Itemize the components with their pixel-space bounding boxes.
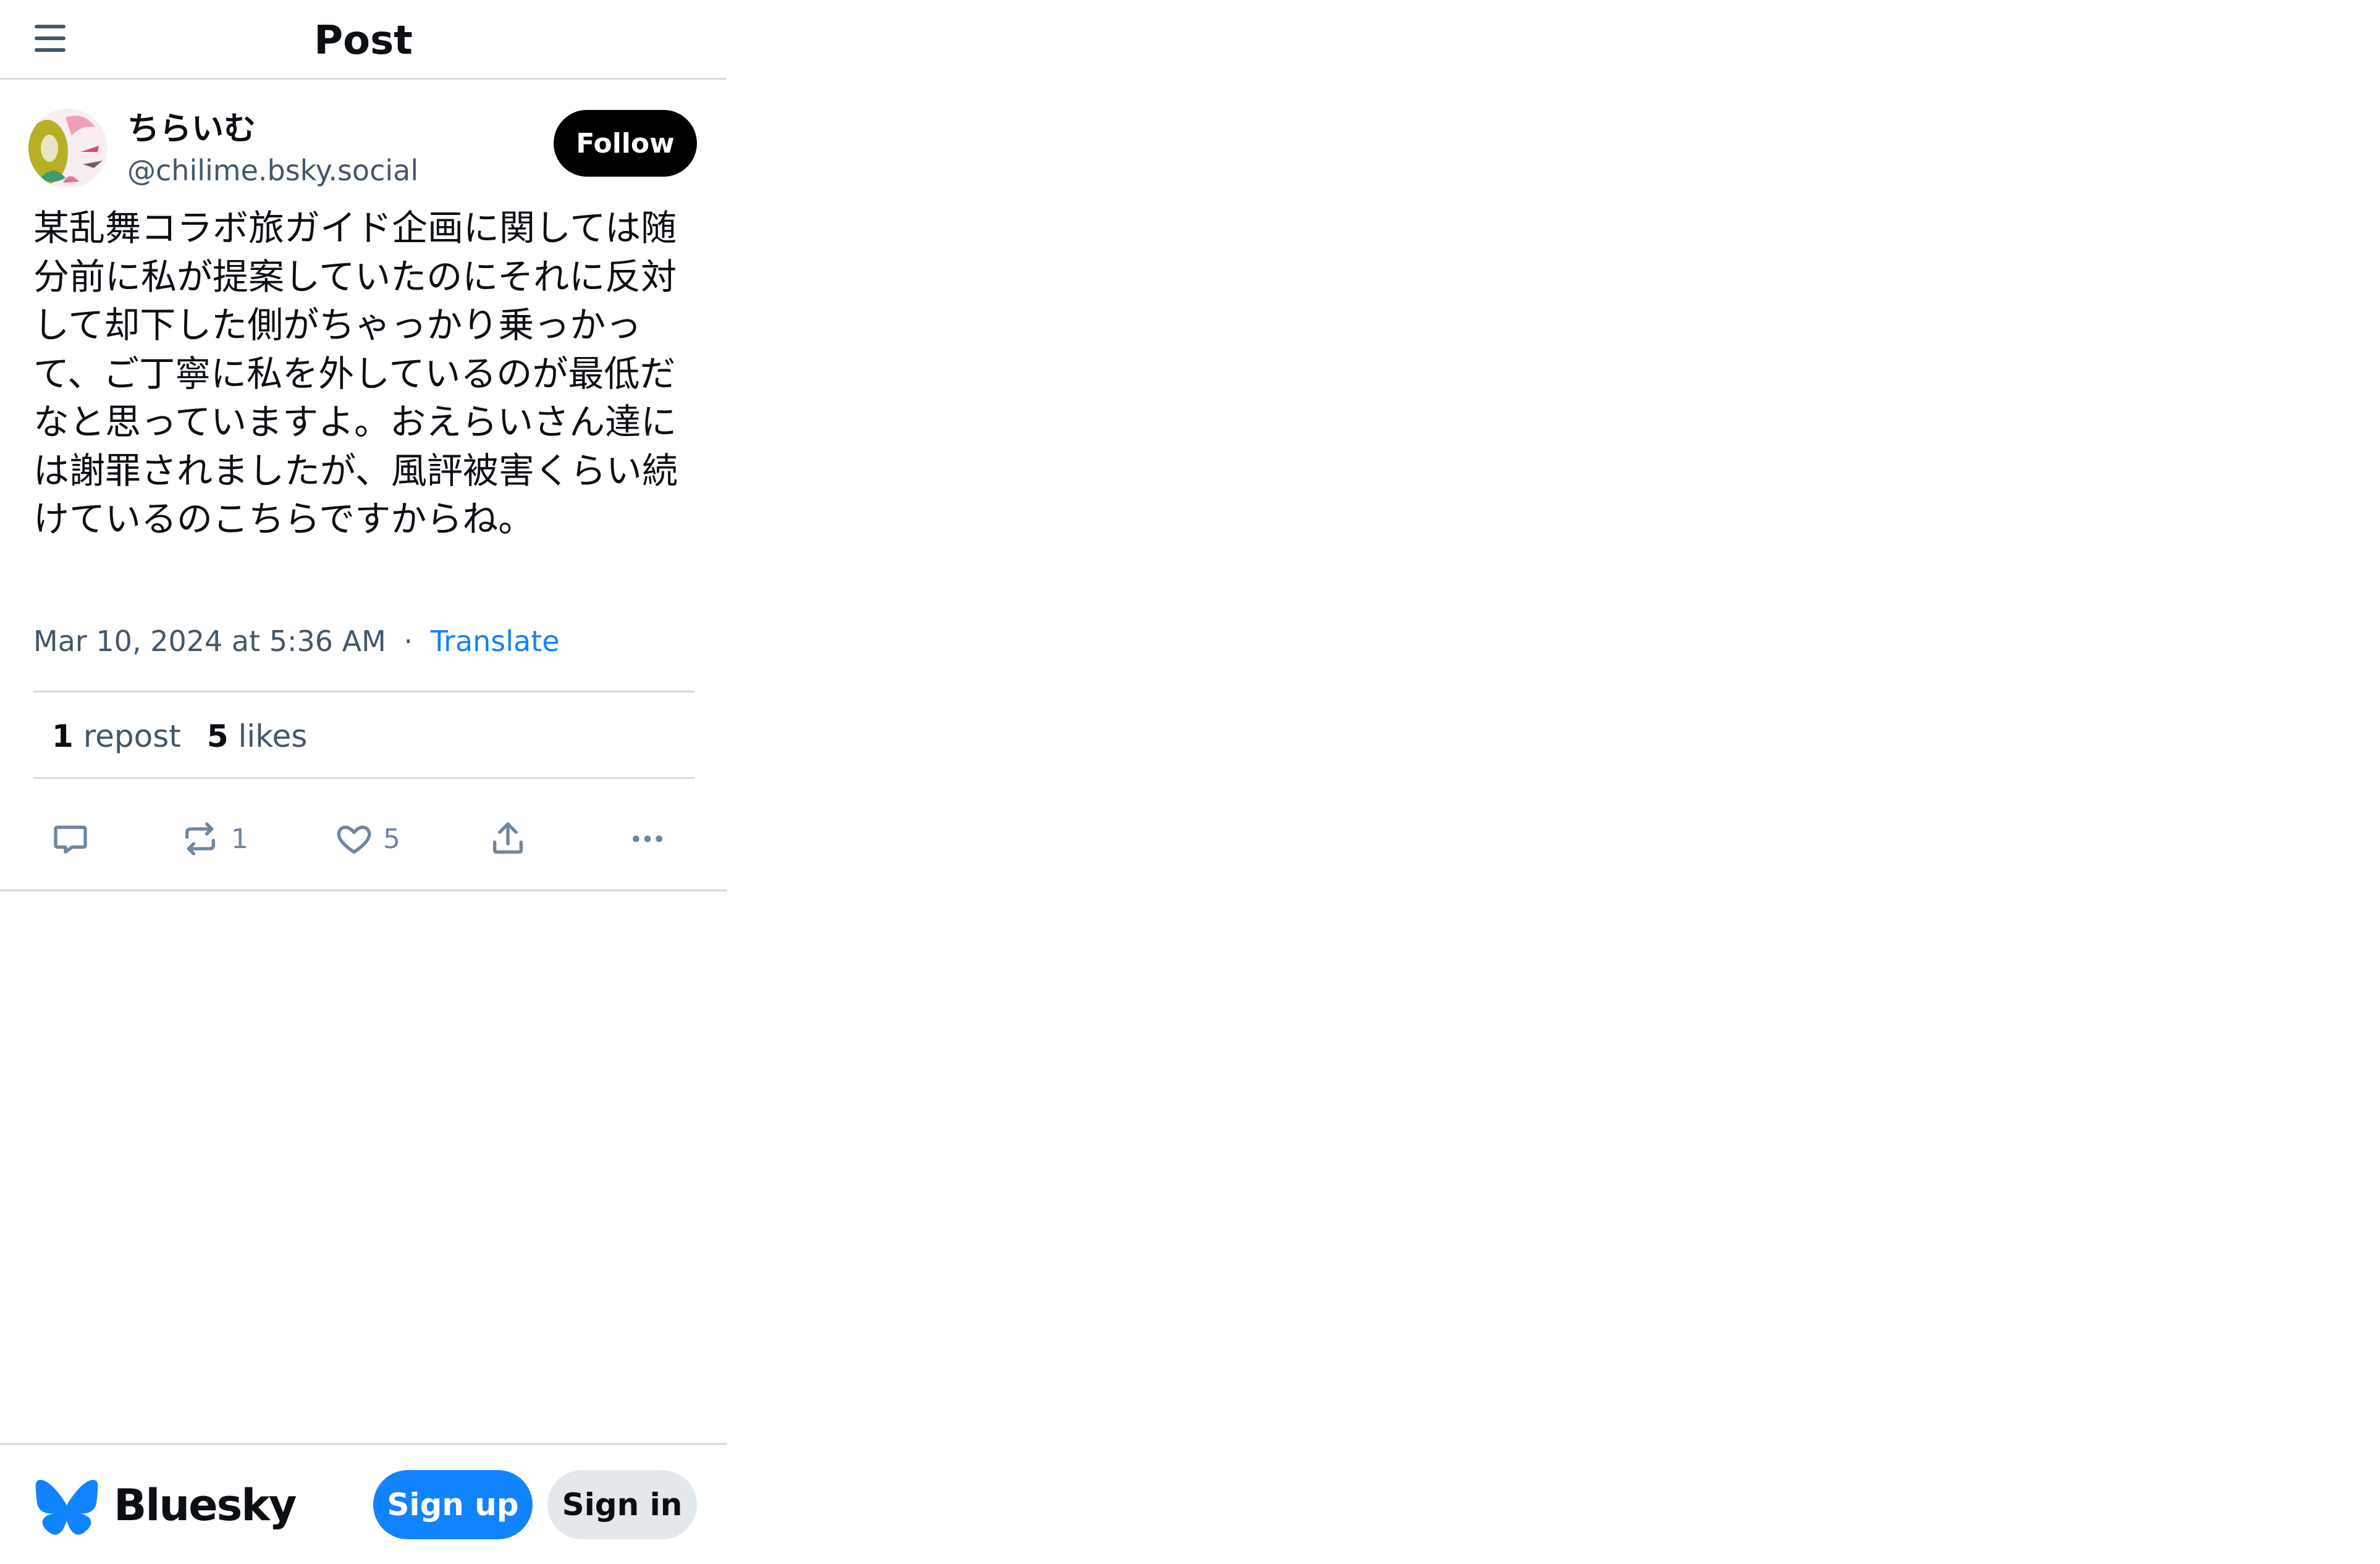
- like-action-count: 5: [383, 823, 400, 855]
- more-icon: [633, 835, 662, 843]
- likes-count-link[interactable]: 5 likes: [207, 718, 307, 754]
- repost-button[interactable]: 1: [178, 814, 248, 864]
- sign-in-button[interactable]: Sign in: [547, 1470, 697, 1539]
- header-divider: [0, 78, 727, 80]
- repost-action-count: 1: [231, 823, 248, 855]
- reply-button[interactable]: [51, 814, 90, 864]
- brand-wordmark[interactable]: Bluesky: [114, 1478, 297, 1533]
- post-timestamp[interactable]: Mar 10, 2024 at 5:36 AM: [33, 624, 386, 658]
- post-thread-column: Post ちらいむ @chilime.bsky.social Follow 某乱…: [0, 0, 727, 1564]
- more-options-button[interactable]: [628, 814, 667, 864]
- likes-count-label: likes: [238, 718, 308, 754]
- share-button[interactable]: [488, 814, 528, 864]
- bluesky-butterfly-icon[interactable]: [35, 1479, 99, 1536]
- reply-icon: [54, 825, 87, 854]
- stats-bottom-divider: [33, 777, 694, 779]
- follow-button[interactable]: Follow: [554, 110, 697, 177]
- post-meta: Mar 10, 2024 at 5:36 AM · Translate: [33, 623, 560, 660]
- post-bottom-divider: [0, 889, 727, 891]
- heart-icon: [337, 825, 371, 854]
- sign-up-button[interactable]: Sign up: [373, 1470, 533, 1539]
- post-text: 某乱舞コラボ旅ガイド企画に関しては随分前に私が提案していたのにそれに反対して却下…: [33, 207, 678, 540]
- repost-count-label: repost: [83, 718, 181, 754]
- author-handle[interactable]: @chilime.bsky.social: [127, 152, 418, 189]
- repost-icon: [185, 822, 215, 856]
- meta-separator: ·: [403, 624, 413, 658]
- repost-count: 1: [52, 718, 74, 754]
- page-title: Post: [314, 18, 413, 64]
- footer-divider: [0, 1443, 727, 1445]
- stats-top-divider: [33, 691, 694, 692]
- repost-count-link[interactable]: 1 repost: [52, 718, 181, 754]
- share-icon: [493, 822, 523, 854]
- avatar[interactable]: [28, 109, 108, 188]
- like-button[interactable]: 5: [334, 814, 400, 864]
- likes-count: 5: [206, 718, 229, 754]
- engagement-counts: 1 repost 5 likes: [52, 717, 307, 756]
- author-display-name[interactable]: ちらいむ: [127, 109, 256, 149]
- translate-link[interactable]: Translate: [431, 624, 560, 658]
